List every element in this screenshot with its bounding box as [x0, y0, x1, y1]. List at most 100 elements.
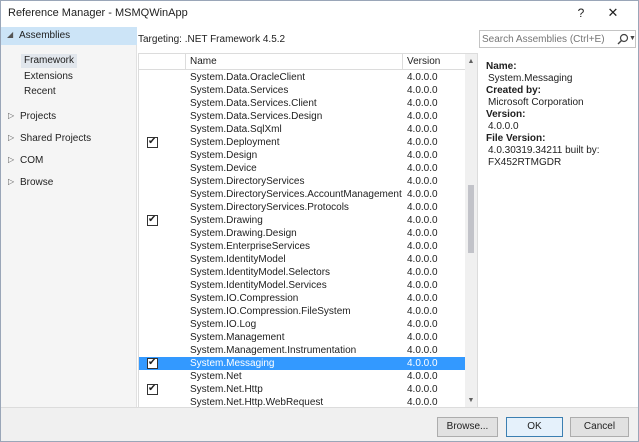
- assembly-row[interactable]: System.Data.OracleClient 4.0.0.0: [139, 71, 466, 84]
- assembly-version: 4.0.0.0: [407, 332, 438, 343]
- assembly-name: System.Messaging: [190, 358, 275, 369]
- detail-version-value: 4.0.0.0: [488, 121, 519, 132]
- assembly-version: 4.0.0.0: [407, 319, 438, 330]
- help-button[interactable]: ?: [573, 5, 589, 21]
- collapsed-arrow-icon: ▷: [8, 133, 15, 142]
- collapsed-arrow-icon: ▷: [8, 155, 15, 164]
- assembly-row[interactable]: System.IdentityModel.Services 4.0.0.0: [139, 279, 466, 292]
- assembly-row[interactable]: System.Management 4.0.0.0: [139, 331, 466, 344]
- assembly-version: 4.0.0.0: [407, 189, 438, 200]
- assembly-checkbox[interactable]: ✔: [147, 136, 158, 148]
- assembly-name: System.DirectoryServices.Protocols: [190, 202, 349, 213]
- search-dropdown-icon[interactable]: ▼: [629, 35, 636, 42]
- assembly-checkbox[interactable]: ✔: [147, 214, 158, 226]
- assembly-row[interactable]: ✔ System.Net.Http 4.0.0.0: [139, 383, 466, 396]
- nav-item-extensions[interactable]: Extensions: [21, 70, 76, 84]
- assembly-version: 4.0.0.0: [407, 163, 438, 174]
- assembly-version: 4.0.0.0: [407, 371, 438, 382]
- scroll-down-icon[interactable]: ▼: [465, 395, 477, 407]
- assembly-row[interactable]: System.DirectoryServices 4.0.0.0: [139, 175, 466, 188]
- window-title: Reference Manager - MSMQWinApp: [8, 7, 188, 19]
- assembly-version: 4.0.0.0: [407, 384, 438, 395]
- assembly-name: System.Drawing: [190, 215, 263, 226]
- nav-group-browse[interactable]: ▷ Browse: [1, 175, 137, 191]
- nav-group-projects[interactable]: ▷ Projects: [1, 109, 137, 125]
- assembly-name: System.Drawing.Design: [190, 228, 297, 239]
- assembly-version: 4.0.0.0: [407, 124, 438, 135]
- nav-item-recent[interactable]: Recent: [21, 85, 59, 99]
- ok-button[interactable]: OK: [506, 417, 563, 437]
- assembly-version: 4.0.0.0: [407, 72, 438, 83]
- scroll-thumb[interactable]: [468, 185, 474, 253]
- column-header-version[interactable]: Version: [403, 54, 466, 70]
- assembly-row[interactable]: System.IO.Log 4.0.0.0: [139, 318, 466, 331]
- assembly-version: 4.0.0.0: [407, 241, 438, 252]
- assembly-version: 4.0.0.0: [407, 202, 438, 213]
- vertical-scrollbar[interactable]: ▲ ▼: [465, 54, 477, 407]
- collapsed-arrow-icon: ▷: [8, 111, 15, 120]
- assembly-row[interactable]: System.Data.SqlXml 4.0.0.0: [139, 123, 466, 136]
- assembly-row[interactable]: System.Net 4.0.0.0: [139, 370, 466, 383]
- assembly-version: 4.0.0.0: [407, 397, 438, 407]
- collapsed-arrow-icon: ▷: [8, 177, 15, 186]
- assembly-row[interactable]: System.Net.Http.WebRequest 4.0.0.0: [139, 396, 466, 407]
- assembly-row[interactable]: System.DirectoryServices.AccountManageme…: [139, 188, 466, 201]
- detail-file-version-line1: 4.0.30319.34211 built by:: [488, 145, 600, 156]
- assembly-name: System.Data.Services: [190, 85, 289, 96]
- assembly-row[interactable]: System.DirectoryServices.Protocols 4.0.0.…: [139, 201, 466, 214]
- column-header-check[interactable]: [139, 54, 186, 70]
- assembly-name: System.Data.Services.Client: [190, 98, 317, 109]
- browse-button[interactable]: Browse...: [437, 417, 498, 437]
- nav-group-com[interactable]: ▷ COM: [1, 153, 137, 169]
- assembly-row[interactable]: System.Data.Services 4.0.0.0: [139, 84, 466, 97]
- nav-group-label: Shared Projects: [20, 133, 92, 144]
- nav-group-label: Projects: [20, 111, 57, 122]
- nav-assemblies-label: Assemblies: [19, 30, 71, 41]
- close-button[interactable]: ✕: [605, 5, 621, 21]
- details-panel: Name: System.Messaging Created by: Micro…: [477, 53, 638, 407]
- grid-header: Name Version: [139, 54, 466, 70]
- assembly-row[interactable]: System.Design 4.0.0.0: [139, 149, 466, 162]
- assembly-row[interactable]: System.Data.Services.Design 4.0.0.0: [139, 110, 466, 123]
- assembly-version: 4.0.0.0: [407, 176, 438, 187]
- search-box[interactable]: ▼: [479, 30, 636, 48]
- assembly-version: 4.0.0.0: [407, 150, 438, 161]
- detail-created-by-value: Microsoft Corporation: [488, 97, 584, 108]
- assembly-row[interactable]: ✔ System.Messaging 4.0.0.0: [139, 357, 466, 370]
- assembly-row[interactable]: ✔ System.Drawing 4.0.0.0: [139, 214, 466, 227]
- assembly-version: 4.0.0.0: [407, 280, 438, 291]
- assembly-checkbox[interactable]: ✔: [147, 383, 158, 395]
- assembly-name: System.Net: [190, 371, 242, 382]
- assembly-row[interactable]: System.Management.Instrumentation 4.0.0.0: [139, 344, 466, 357]
- assembly-name: System.Net.Http.WebRequest: [190, 397, 324, 407]
- assembly-row[interactable]: System.EnterpriseServices 4.0.0.0: [139, 240, 466, 253]
- assembly-name: System.IO.Compression.FileSystem: [190, 306, 351, 317]
- assembly-row[interactable]: System.Data.Services.Client 4.0.0.0: [139, 97, 466, 110]
- assembly-row[interactable]: System.IO.Compression.FileSystem 4.0.0.0: [139, 305, 466, 318]
- nav-item-framework[interactable]: Framework: [21, 54, 78, 68]
- assembly-row[interactable]: System.Device 4.0.0.0: [139, 162, 466, 175]
- column-header-name[interactable]: Name: [186, 54, 403, 70]
- nav-group-shared-projects[interactable]: ▷ Shared Projects: [1, 131, 137, 147]
- assembly-version: 4.0.0.0: [407, 85, 438, 96]
- nav-group-label: COM: [20, 155, 44, 166]
- detail-created-by-label: Created by:: [486, 85, 542, 96]
- assembly-name: System.IdentityModel.Services: [190, 280, 327, 291]
- assembly-name: System.IO.Log: [190, 319, 257, 330]
- assembly-row[interactable]: System.IdentityModel.Selectors 4.0.0.0: [139, 266, 466, 279]
- assembly-row[interactable]: System.IdentityModel 4.0.0.0: [139, 253, 466, 266]
- assembly-row[interactable]: ✔ System.Deployment 4.0.0.0: [139, 136, 466, 149]
- assembly-version: 4.0.0.0: [407, 254, 438, 265]
- assembly-checkbox[interactable]: ✔: [147, 357, 158, 369]
- assembly-row[interactable]: System.IO.Compression 4.0.0.0: [139, 292, 466, 305]
- checkmark-icon: ✔: [148, 214, 157, 225]
- nav-assemblies-header[interactable]: ◢ Assemblies: [1, 27, 137, 45]
- assembly-row[interactable]: System.Drawing.Design 4.0.0.0: [139, 227, 466, 240]
- assembly-name: System.Deployment: [190, 137, 280, 148]
- scroll-up-icon[interactable]: ▲: [465, 56, 477, 68]
- cancel-button[interactable]: Cancel: [570, 417, 629, 437]
- search-icon[interactable]: [617, 33, 629, 45]
- search-input[interactable]: [482, 32, 612, 46]
- assembly-version: 4.0.0.0: [407, 267, 438, 278]
- assembly-version: 4.0.0.0: [407, 293, 438, 304]
